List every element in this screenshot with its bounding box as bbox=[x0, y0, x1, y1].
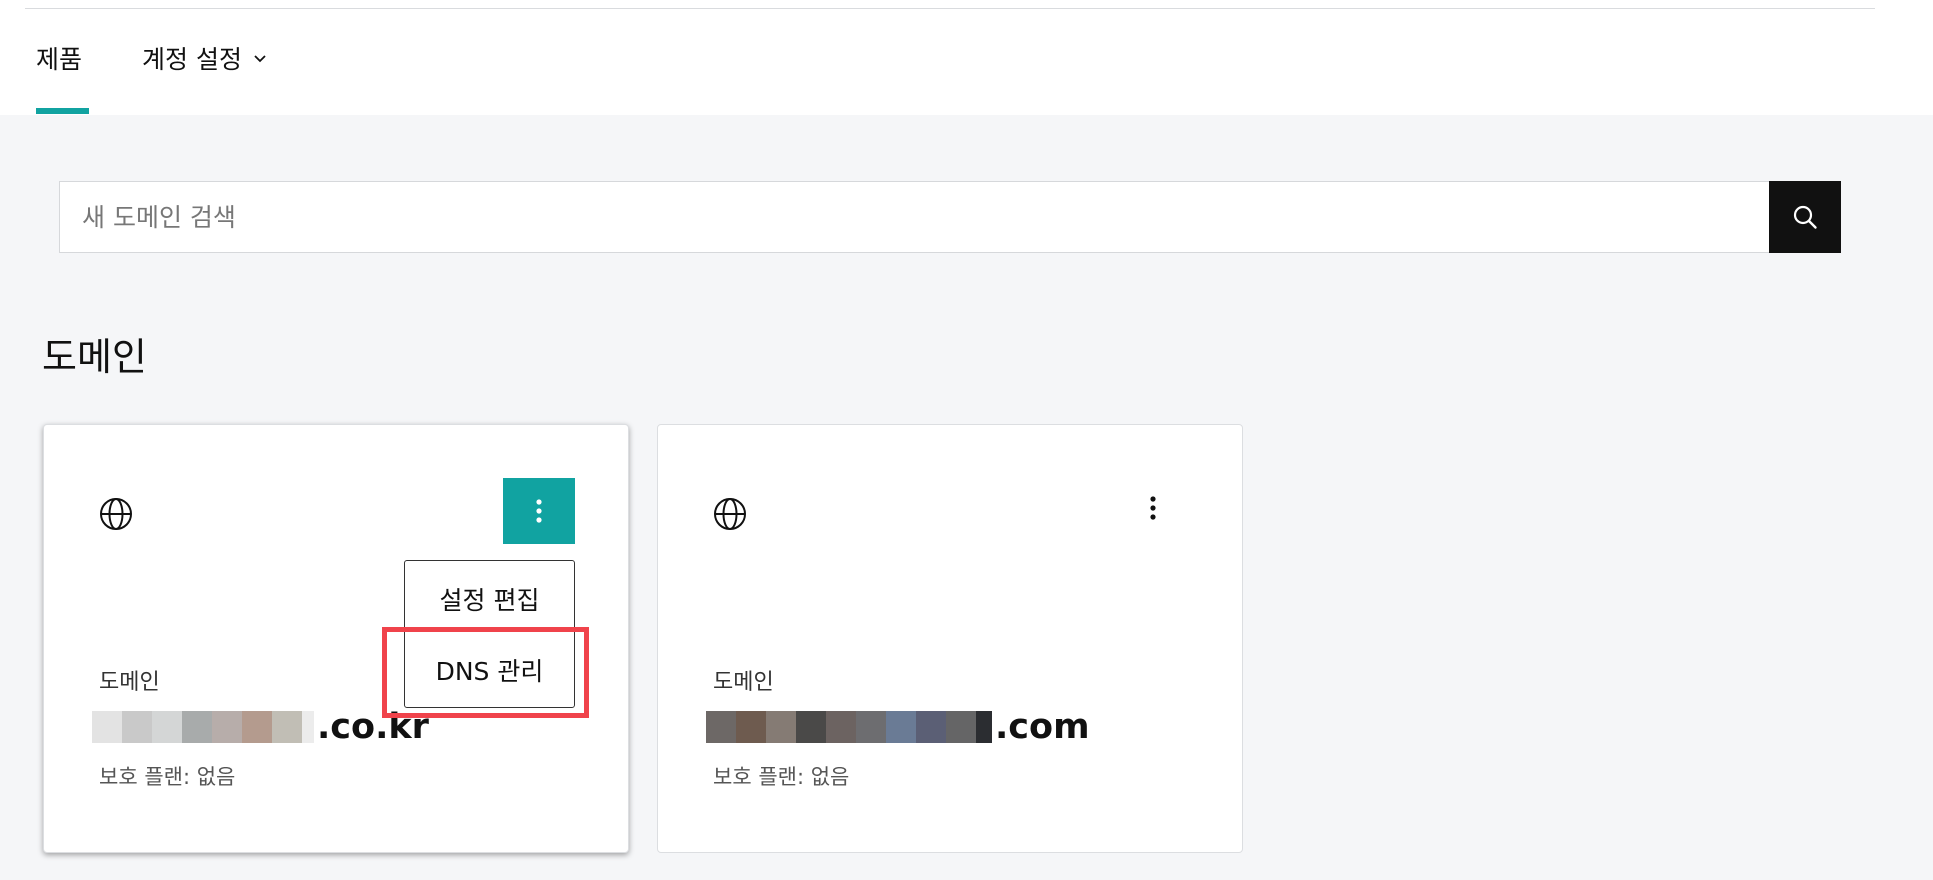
search-icon bbox=[1793, 205, 1817, 229]
domain-label: 도메인 bbox=[713, 670, 774, 695]
domain-suffix: .co.kr bbox=[317, 707, 429, 747]
tab-account-settings[interactable]: 계정 설정 bbox=[142, 40, 268, 76]
card-options-menu: 설정 편집 DNS 관리 bbox=[404, 560, 575, 708]
kebab-menu-icon bbox=[536, 499, 542, 523]
tab-products-label: 제품 bbox=[36, 45, 83, 74]
domain-label: 도메인 bbox=[99, 670, 160, 695]
tab-account-settings-label: 계정 설정 bbox=[142, 45, 242, 74]
domain-suffix: .com bbox=[995, 707, 1090, 747]
obscured-domain-prefix bbox=[706, 711, 992, 743]
chevron-down-icon bbox=[254, 55, 266, 63]
obscured-domain-prefix bbox=[92, 711, 314, 743]
domain-name: .com bbox=[706, 707, 1090, 747]
tab-products[interactable]: 제품 bbox=[36, 40, 89, 114]
more-options-button[interactable] bbox=[1117, 475, 1189, 541]
domain-search-bar bbox=[59, 181, 1841, 253]
top-navigation: 제품 계정 설정 bbox=[0, 0, 1933, 115]
domain-card[interactable]: 설정 편집 DNS 관리 도메인 .co.kr 보호 플랜: 없음 bbox=[43, 424, 629, 853]
kebab-menu-icon bbox=[1150, 496, 1156, 520]
top-divider bbox=[25, 8, 1875, 9]
more-options-button[interactable] bbox=[503, 478, 575, 544]
section-title: 도메인 bbox=[42, 335, 147, 379]
domain-name: .co.kr bbox=[92, 707, 429, 747]
search-button[interactable] bbox=[1769, 181, 1841, 253]
active-tab-indicator bbox=[36, 108, 89, 114]
menu-item-edit-settings[interactable]: 설정 편집 bbox=[405, 581, 574, 617]
menu-item-manage-dns[interactable]: DNS 관리 bbox=[405, 652, 574, 688]
domain-card[interactable]: 도메인 .com 보호 플랜: 없음 bbox=[657, 424, 1243, 853]
protection-plan: 보호 플랜: 없음 bbox=[99, 765, 236, 789]
globe-icon bbox=[100, 498, 132, 530]
protection-plan: 보호 플랜: 없음 bbox=[713, 765, 850, 789]
globe-icon bbox=[714, 498, 746, 530]
domain-search-input[interactable] bbox=[60, 182, 1769, 252]
